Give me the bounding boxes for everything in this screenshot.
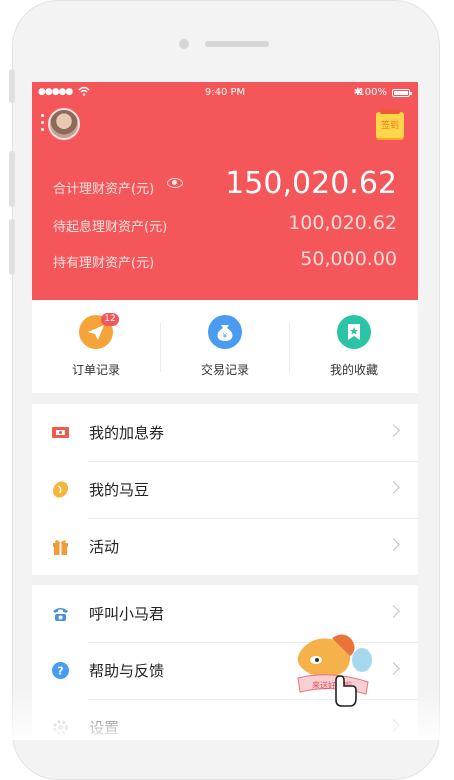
order-records-label: 订单记录 — [71, 363, 120, 377]
volume-up-button — [9, 151, 15, 207]
chevron-right-icon — [387, 605, 400, 618]
list-item-label: 我的马豆 — [89, 481, 150, 499]
battery-percent: 100% — [358, 87, 387, 98]
coupon-icon — [52, 427, 69, 438]
list-item-label: 我的加息券 — [89, 424, 165, 442]
total-assets-label: 合计理财资产(元) — [53, 182, 155, 197]
svg-text:?: ? — [57, 665, 63, 678]
total-assets-value: 150,020.62 — [225, 166, 397, 201]
signin-label: 签到 — [380, 121, 399, 131]
bookmark-star-icon — [337, 315, 371, 349]
list-item-beans[interactable]: 我的马豆 — [32, 461, 418, 518]
money-bag-icon: ¥ — [208, 315, 242, 349]
chevron-right-icon — [387, 662, 400, 675]
bottom-fade — [0, 690, 454, 740]
mascot-gift-button[interactable]: 来送好礼啦 — [292, 630, 374, 708]
list-item-label: 呼叫小马君 — [89, 605, 165, 623]
volume-down-button — [9, 219, 15, 275]
chevron-right-icon — [387, 538, 400, 551]
front-camera — [179, 39, 189, 49]
holding-assets-value: 50,000.00 — [300, 248, 397, 270]
transaction-records-button[interactable]: ¥ 交易记录 — [161, 300, 289, 393]
eye-icon[interactable] — [167, 178, 183, 188]
mute-switch — [9, 69, 15, 103]
chevron-right-icon — [387, 424, 400, 437]
list-item-label: 活动 — [89, 538, 120, 556]
order-count-badge: 12 — [101, 313, 119, 326]
list-item-activities[interactable]: 活动 — [32, 518, 418, 575]
pending-assets-value: 100,020.62 — [288, 212, 397, 234]
phone-icon — [53, 608, 68, 621]
more-menu-icon[interactable] — [41, 114, 44, 136]
quick-actions: 12 订单记录 ¥ 交易记录 我的收藏 — [32, 300, 418, 393]
avatar[interactable] — [48, 108, 80, 140]
my-favorites-button[interactable]: 我的收藏 — [290, 300, 418, 393]
list-item-coupons[interactable]: 我的加息券 — [32, 404, 418, 461]
gift-icon — [53, 540, 68, 555]
bean-icon — [52, 481, 69, 498]
menu-group-assets: 我的加息券 我的马豆 活动 — [32, 404, 418, 575]
my-favorites-label: 我的收藏 — [329, 363, 378, 377]
order-records-button[interactable]: 12 订单记录 — [32, 300, 160, 393]
help-icon: ? — [52, 662, 69, 679]
chevron-right-icon — [387, 481, 400, 494]
horse-mascot-icon: 来送好礼啦 — [297, 634, 372, 707]
asset-header: ●●●●● 9:40 PM ✱ 100% 签到 合计理财资产(元) 150,02… — [32, 82, 418, 300]
transaction-records-label: 交易记录 — [200, 363, 249, 377]
list-item-label: 帮助与反馈 — [89, 662, 165, 680]
battery-icon — [392, 89, 412, 97]
pending-assets-label: 待起息理财资产(元) — [53, 220, 168, 235]
earpiece-speaker — [205, 41, 269, 47]
holding-assets-label: 持有理财资产(元) — [53, 256, 155, 271]
svg-text:¥: ¥ — [223, 332, 228, 340]
signin-button[interactable]: 签到 — [376, 109, 404, 138]
status-bar: ●●●●● 9:40 PM ✱ 100% — [32, 86, 418, 101]
